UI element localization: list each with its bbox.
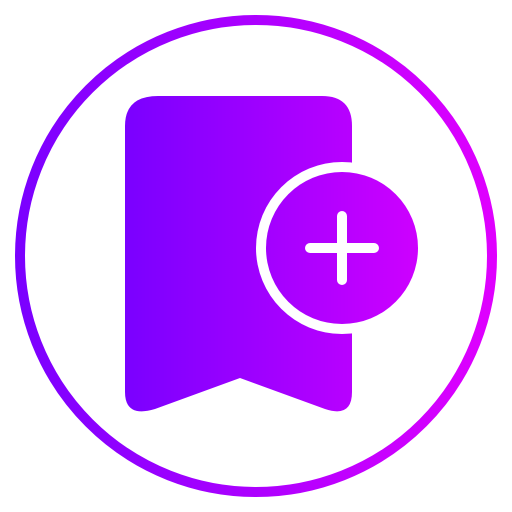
add-bookmark-svg [15,15,497,497]
add-bookmark-icon [0,0,512,512]
